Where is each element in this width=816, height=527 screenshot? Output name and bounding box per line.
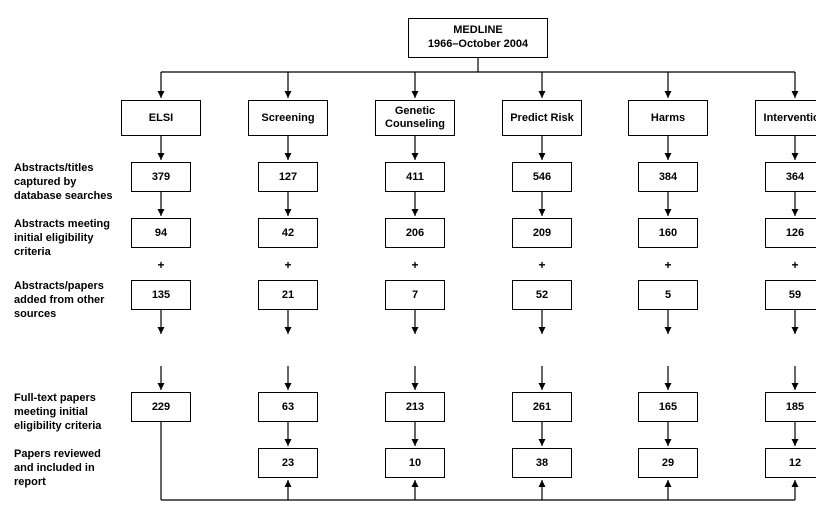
value-box: 21 <box>258 280 318 310</box>
row-label-3: Abstracts/papers added from other source… <box>14 280 114 321</box>
plus-icon: + <box>409 258 421 272</box>
source-line2: 1966–October 2004 <box>428 38 528 52</box>
value-box: 213 <box>385 392 445 422</box>
value-box: 29 <box>638 448 698 478</box>
value-box: 63 <box>258 392 318 422</box>
plus-icon: + <box>536 258 548 272</box>
category-box: Predict Risk <box>502 100 582 136</box>
value-box: 411 <box>385 162 445 192</box>
value-box: 127 <box>258 162 318 192</box>
source-box: MEDLINE 1966–October 2004 <box>408 18 548 58</box>
value-box: 38 <box>512 448 572 478</box>
plus-icon: + <box>789 258 801 272</box>
value-box: 59 <box>765 280 816 310</box>
value-box: 23 <box>258 448 318 478</box>
row-label-4: Full-text papers meeting initial eligibi… <box>14 392 114 433</box>
value-box: 165 <box>638 392 698 422</box>
plus-icon: + <box>282 258 294 272</box>
category-box: Harms <box>628 100 708 136</box>
category-box: ELSI <box>121 100 201 136</box>
value-box: 10 <box>385 448 445 478</box>
value-box: 7 <box>385 280 445 310</box>
value-box: 261 <box>512 392 572 422</box>
value-box: 379 <box>131 162 191 192</box>
category-box: Intervention <box>755 100 816 136</box>
value-box: 135 <box>131 280 191 310</box>
row-label-2: Abstracts meeting initial eligibility cr… <box>14 218 114 259</box>
value-box: 229 <box>131 392 191 422</box>
value-box: 185 <box>765 392 816 422</box>
row-label-1: Abstracts/titles captured by database se… <box>14 162 114 203</box>
value-box: 546 <box>512 162 572 192</box>
value-box: 384 <box>638 162 698 192</box>
row-label-5: Papers reviewed and included in report <box>14 448 114 489</box>
value-box: 126 <box>765 218 816 248</box>
value-box: 209 <box>512 218 572 248</box>
value-box: 160 <box>638 218 698 248</box>
value-box: 206 <box>385 218 445 248</box>
source-line1: MEDLINE <box>453 24 503 38</box>
category-box: Genetic Counseling <box>375 100 455 136</box>
value-box: 42 <box>258 218 318 248</box>
value-box: 364 <box>765 162 816 192</box>
value-box: 12 <box>765 448 816 478</box>
plus-icon: + <box>662 258 674 272</box>
value-box: 94 <box>131 218 191 248</box>
value-box: 5 <box>638 280 698 310</box>
value-box: 52 <box>512 280 572 310</box>
category-box: Screening <box>248 100 328 136</box>
plus-icon: + <box>155 258 167 272</box>
